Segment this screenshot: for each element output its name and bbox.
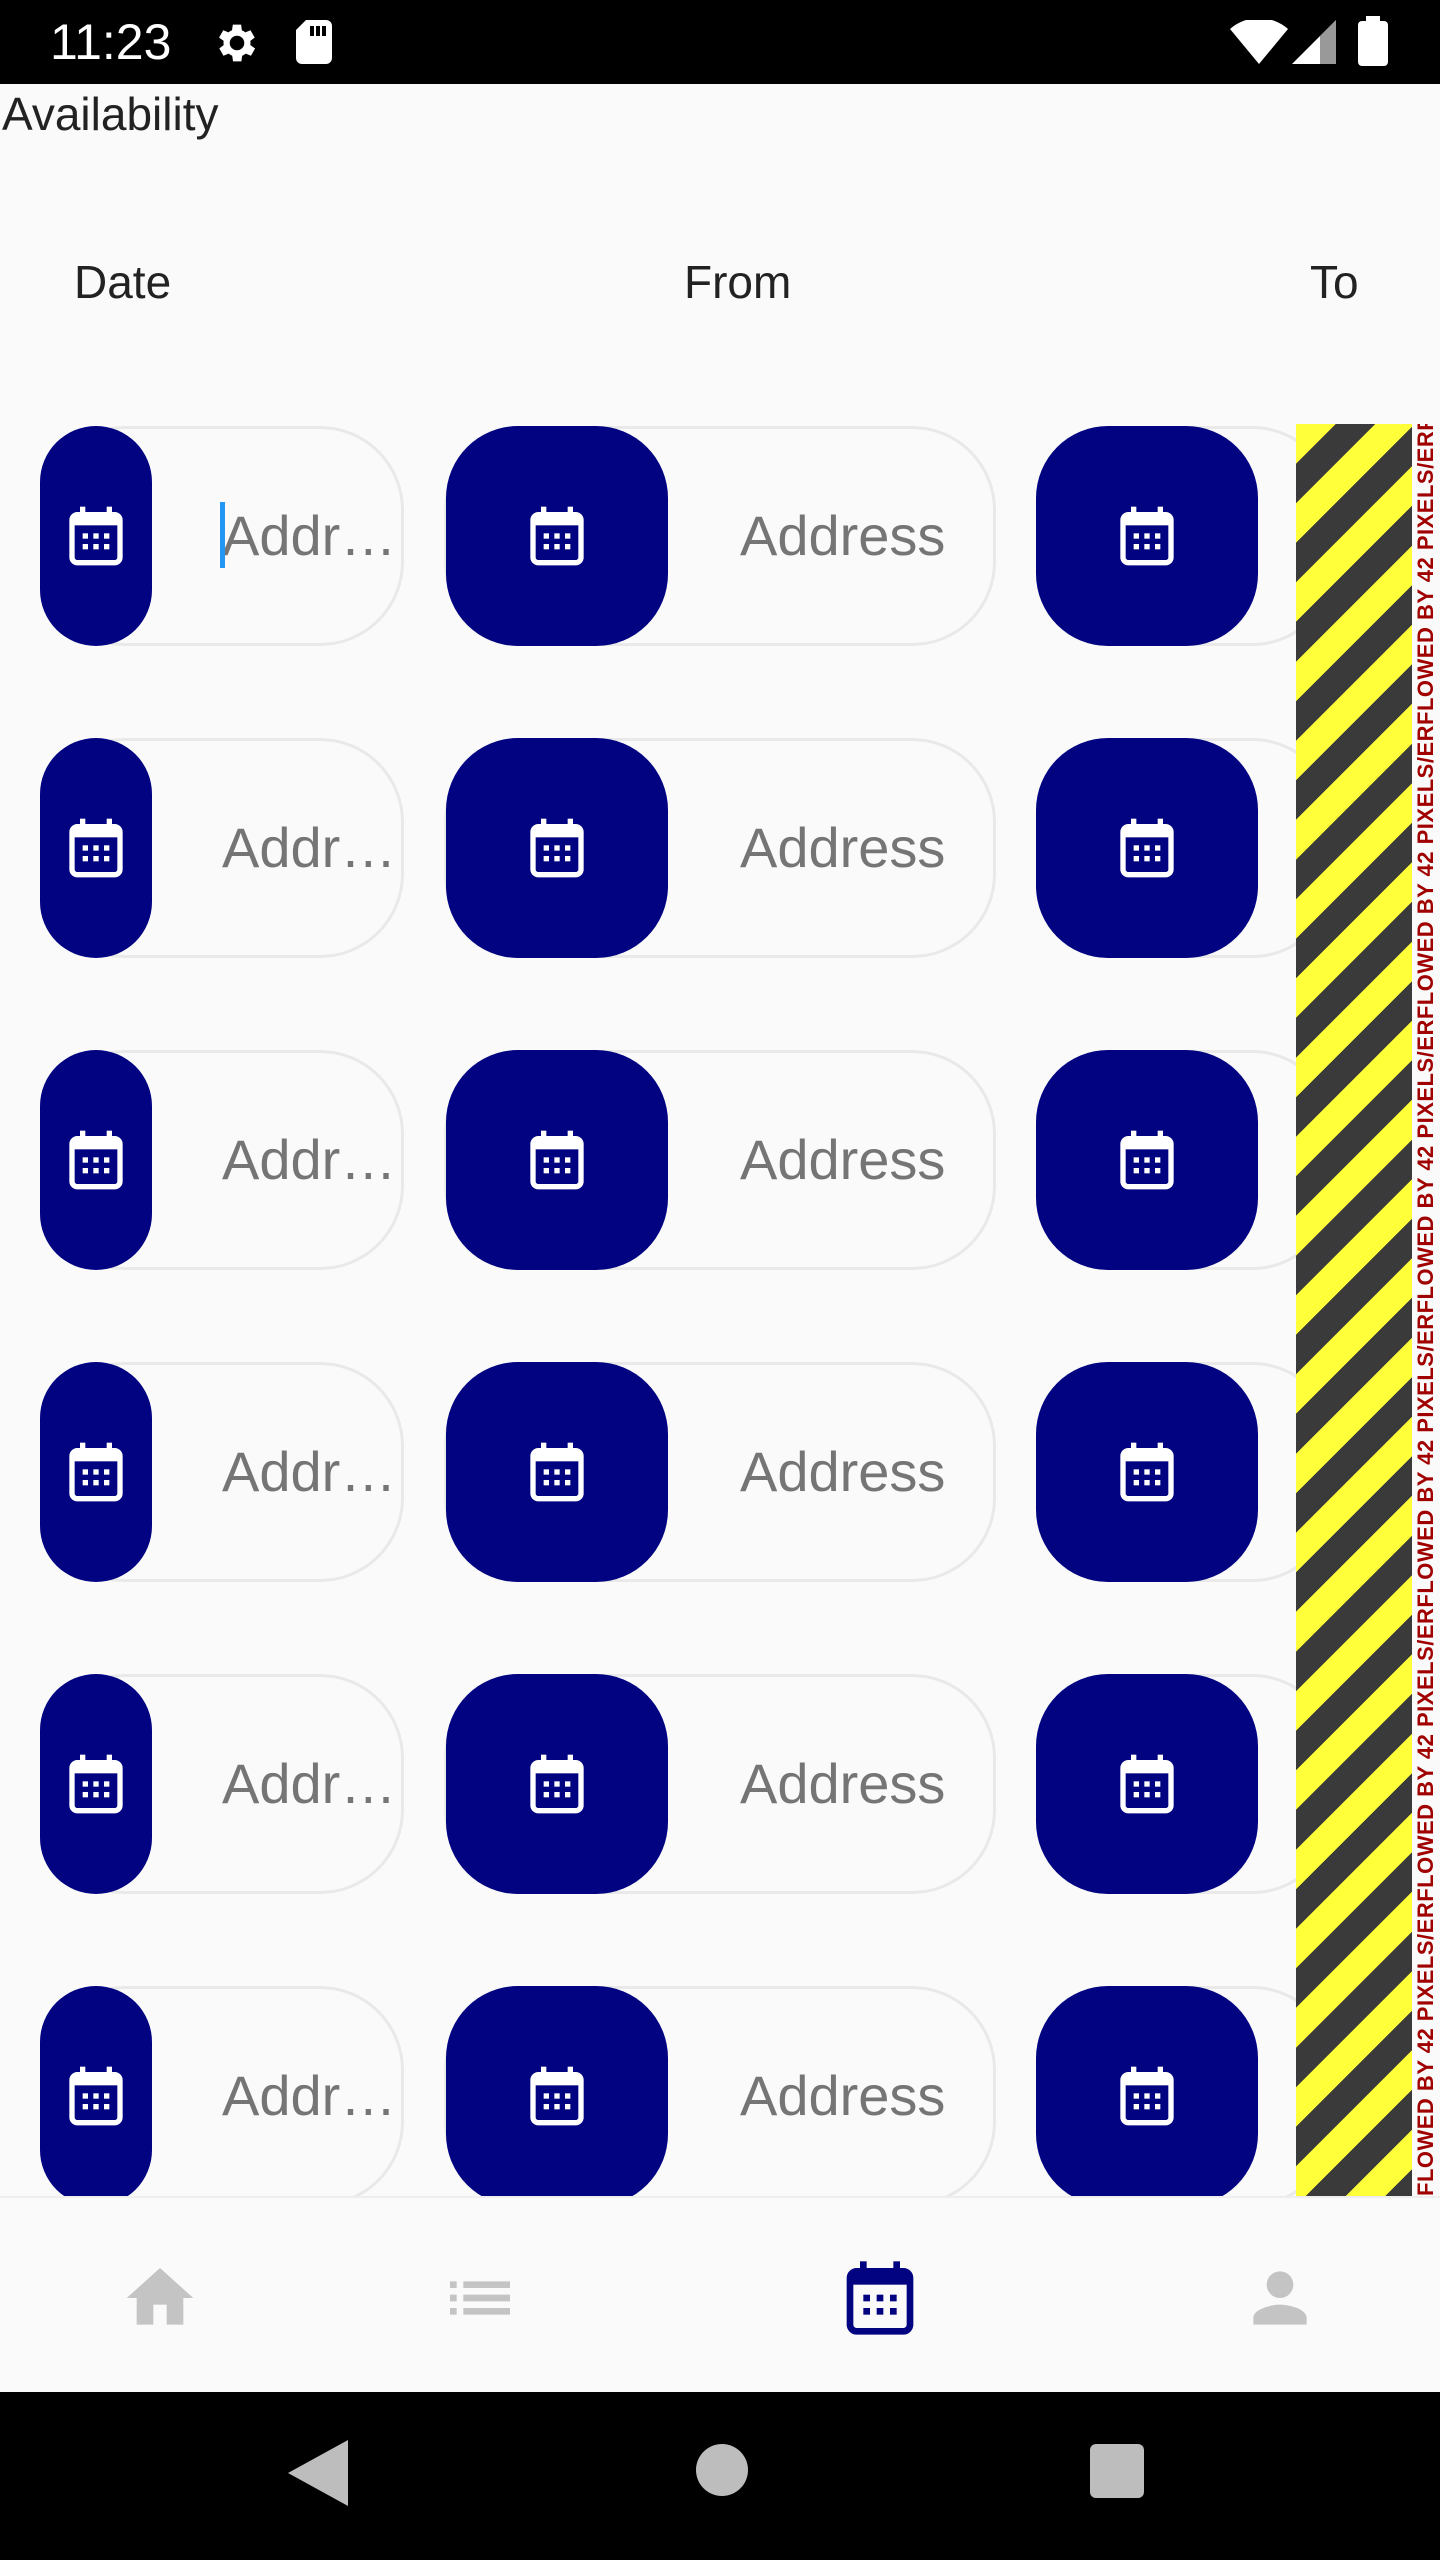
nav-home[interactable] xyxy=(120,2258,200,2338)
from-picker-button[interactable] xyxy=(446,1362,668,1582)
sd-card-icon xyxy=(294,18,334,66)
date-field-text: Addr… xyxy=(222,2064,397,2127)
nav-list[interactable] xyxy=(440,2258,520,2338)
from-picker-button[interactable] xyxy=(446,1674,668,1894)
wifi-icon xyxy=(1230,18,1288,64)
from-field-text: Address xyxy=(740,816,946,879)
system-navigation-bar xyxy=(0,2392,1440,2560)
overflow-indicator xyxy=(1296,424,1412,2196)
date-field-text: Addr… xyxy=(222,1752,397,1815)
to-picker-button[interactable] xyxy=(1036,1986,1258,2206)
date-field-text: Addr… xyxy=(222,1128,397,1191)
date-field-text: Addr… xyxy=(222,816,397,879)
from-picker-button[interactable] xyxy=(446,1050,668,1270)
date-picker-button[interactable] xyxy=(40,426,152,646)
to-picker-button[interactable] xyxy=(1036,738,1258,958)
text-cursor xyxy=(220,502,225,568)
to-picker-button[interactable] xyxy=(1036,426,1258,646)
from-field-text: Address xyxy=(740,1128,946,1191)
date-field-text: Addr… xyxy=(222,1440,397,1503)
bottom-navigation xyxy=(0,2196,1440,2394)
recent-apps-icon[interactable] xyxy=(1090,2444,1144,2498)
home-icon xyxy=(126,2268,194,2325)
back-icon[interactable] xyxy=(288,2440,348,2506)
nav-calendar[interactable] xyxy=(840,2258,920,2338)
page-title: Availability xyxy=(2,88,219,140)
overflow-warning-text: FLOWED BY 42 PIXELS/ERFLOWED BY 42 PIXEL… xyxy=(1413,424,1438,2196)
from-field-text: Address xyxy=(740,2064,946,2127)
nav-profile[interactable] xyxy=(1240,2258,1320,2338)
to-picker-button[interactable] xyxy=(1036,1362,1258,1582)
signal-icon xyxy=(1292,20,1336,64)
from-field-text: Address xyxy=(740,1752,946,1815)
column-header-date: Date xyxy=(74,256,172,308)
status-time: 11:23 xyxy=(50,14,172,70)
from-picker-button[interactable] xyxy=(446,738,668,958)
battery-icon xyxy=(1358,16,1388,66)
date-picker-button[interactable] xyxy=(40,738,152,958)
person-icon xyxy=(1253,2271,1307,2325)
date-picker-button[interactable] xyxy=(40,1674,152,1894)
from-picker-button[interactable] xyxy=(446,1986,668,2206)
status-bar: 11:23 xyxy=(0,0,1440,84)
from-field-text: Address xyxy=(740,1440,946,1503)
overflow-warning: FLOWED BY 42 PIXELS/ERFLOWED BY 42 PIXEL… xyxy=(1412,424,1440,2196)
to-picker-button[interactable] xyxy=(1036,1050,1258,1270)
column-header-to: To xyxy=(1310,256,1359,308)
list-icon xyxy=(450,2281,510,2315)
date-picker-button[interactable] xyxy=(40,1986,152,2206)
to-picker-button[interactable] xyxy=(1036,1674,1258,1894)
from-field-text: Address xyxy=(740,504,946,567)
date-picker-button[interactable] xyxy=(40,1362,152,1582)
calendar-icon xyxy=(846,2261,914,2335)
column-header-from: From xyxy=(684,256,792,308)
settings-gear-icon xyxy=(212,18,262,68)
date-picker-button[interactable] xyxy=(40,1050,152,1270)
home-circle-icon[interactable] xyxy=(696,2444,748,2496)
from-picker-button[interactable] xyxy=(446,426,668,646)
date-field-text: Addr… xyxy=(222,504,397,567)
